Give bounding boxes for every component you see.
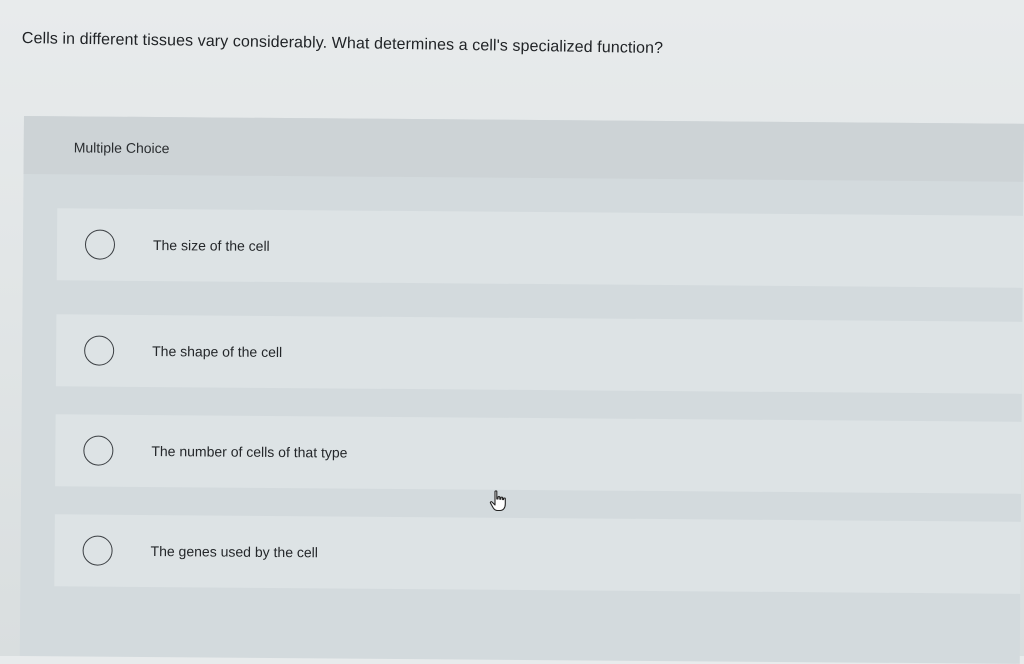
answer-option-label: The genes used by the cell	[150, 543, 318, 561]
answer-option-1[interactable]: The size of the cell	[56, 208, 1024, 288]
multiple-choice-panel: Multiple Choice The size of the cell The…	[19, 116, 1024, 664]
radio-unchecked-icon[interactable]	[84, 229, 116, 260]
panel-header: Multiple Choice	[23, 116, 1024, 182]
answer-option-2[interactable]: The shape of the cell	[55, 314, 1023, 394]
radio-unchecked-icon[interactable]	[83, 435, 114, 466]
question-text: Cells in different tissues vary consider…	[21, 30, 664, 58]
answer-option-4[interactable]: The genes used by the cell	[54, 514, 1021, 594]
answer-option-3[interactable]: The number of cells of that type	[55, 414, 1022, 494]
answer-option-label: The number of cells of that type	[151, 443, 348, 461]
radio-unchecked-icon[interactable]	[84, 335, 115, 366]
radio-unchecked-icon[interactable]	[82, 535, 113, 566]
answer-option-label: The size of the cell	[152, 237, 270, 254]
panel-title: Multiple Choice	[73, 139, 170, 157]
hand-pointer-icon	[489, 490, 506, 512]
answer-option-label: The shape of the cell	[152, 343, 283, 361]
